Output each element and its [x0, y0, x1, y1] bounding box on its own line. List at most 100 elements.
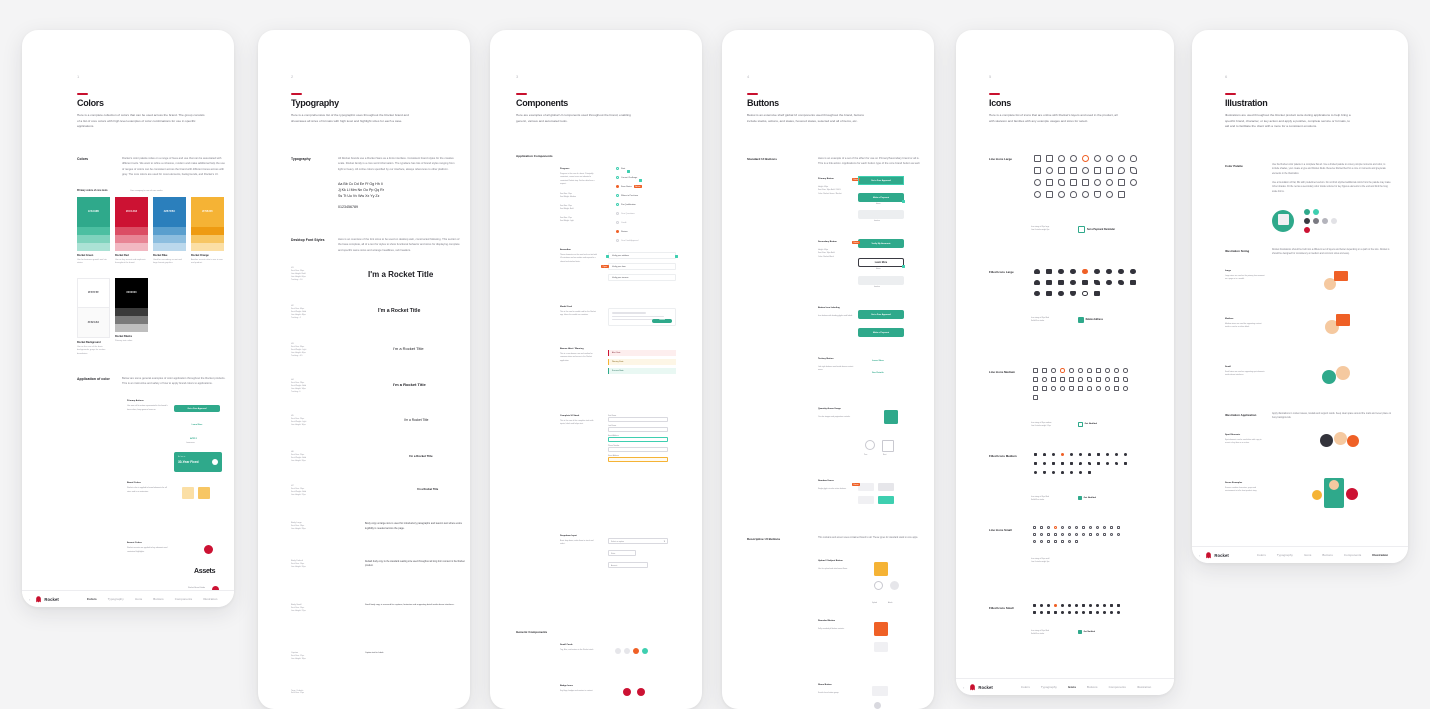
settings-filled-icon[interactable] [1031, 288, 1043, 299]
progress-step[interactable]: Your Final Approval [616, 236, 678, 245]
progress-step[interactable]: Credit [616, 218, 678, 227]
card-illustration[interactable]: 6 Illustration Illustrations are used th… [1192, 30, 1408, 563]
dollar-icon[interactable] [1103, 176, 1115, 188]
printer-icon[interactable] [1043, 188, 1055, 200]
footer-nav-illustration[interactable]: ‹ Rocket Colors Typography Icons Buttons… [1192, 546, 1408, 563]
shield-icon[interactable] [1091, 188, 1103, 200]
selection-handle[interactable] [606, 255, 609, 258]
settings-icon[interactable] [1058, 384, 1067, 393]
footer-link-colors[interactable]: Colors [1021, 685, 1030, 689]
trash-filled-icon[interactable] [1085, 468, 1094, 477]
icon-button-get-approval[interactable]: Get a Free Approval [858, 310, 904, 319]
brand-logo[interactable]: Rocket [1205, 551, 1229, 559]
star-icon[interactable] [1121, 384, 1130, 393]
monitor-filled-icon[interactable] [1031, 459, 1040, 468]
shield-filled-icon[interactable] [1101, 609, 1108, 616]
footer-link-buttons[interactable]: Buttons [1322, 553, 1333, 557]
list-icon[interactable] [1112, 375, 1121, 384]
camera-filled-icon[interactable] [1087, 609, 1094, 616]
camera-filled-icon[interactable] [1121, 459, 1130, 468]
question-icon[interactable] [1055, 188, 1067, 200]
small-card-row[interactable] [615, 648, 675, 654]
selection-handle[interactable] [639, 179, 642, 182]
card-filled-icon[interactable] [1127, 277, 1139, 288]
send-filled-icon[interactable] [1091, 277, 1103, 288]
help-filled-icon[interactable] [1055, 288, 1067, 299]
field-input[interactable] [608, 417, 668, 422]
lock-filled-icon[interactable] [1094, 459, 1103, 468]
banner-alert[interactable]: Alert State [608, 350, 676, 356]
form-stack[interactable]: First Name Last Name Email Address Phone… [608, 415, 668, 465]
lock-icon[interactable] [1067, 176, 1079, 188]
field-input[interactable] [608, 447, 668, 452]
icon-grid-line-large[interactable] [1031, 152, 1139, 200]
progress-stepper[interactable]: Start Current Challenge Save Status Acti… [616, 164, 678, 245]
check-icon[interactable] [1049, 366, 1058, 375]
clock-outline-icon[interactable] [1031, 176, 1043, 188]
card-buttons[interactable]: 4 Buttons Below is an extensive shelf gl… [722, 30, 934, 709]
swatch-rocket-blue[interactable]: #2B7FBC Rocket Blue Used for secondary a… [153, 197, 186, 266]
brand-logo[interactable]: Rocket [35, 595, 59, 603]
doc-filled-icon[interactable] [1055, 277, 1067, 288]
swatch-rocket-green[interactable]: #2FA98B Rocket Green Use for business gr… [77, 197, 110, 266]
icon-grid-line-small[interactable] [1031, 524, 1122, 545]
secondary-button-learn-more[interactable]: Learn More [858, 258, 904, 267]
monitor-icon[interactable] [1067, 164, 1079, 176]
search-filled-icon[interactable] [1112, 450, 1121, 459]
footer-link-illustration[interactable]: Illustration [203, 597, 217, 601]
shield-icon[interactable] [1067, 384, 1076, 393]
edit-filled-icon[interactable] [1043, 288, 1055, 299]
search-filled-icon[interactable] [1094, 602, 1101, 609]
modal-primary-button[interactable]: Confirm [652, 318, 672, 323]
play-icon[interactable] [1115, 531, 1122, 538]
selected-filled-icon[interactable] [1052, 602, 1059, 609]
cloud-filled-icon[interactable] [1031, 277, 1043, 288]
close-circle-icon[interactable] [1043, 164, 1055, 176]
progress-step[interactable]: Save Status Active [616, 182, 678, 191]
cloud-icon[interactable] [1085, 366, 1094, 375]
play-filled-icon[interactable] [1049, 468, 1058, 477]
doc-filled-icon[interactable] [1045, 609, 1052, 616]
smiley-filled-icon[interactable] [1059, 602, 1066, 609]
monitor-icon[interactable] [1031, 375, 1040, 384]
plus-filled-icon[interactable] [1101, 602, 1108, 609]
grid-icon[interactable] [1031, 393, 1040, 402]
clock-filled-icon[interactable] [1076, 450, 1085, 459]
help-icon[interactable] [1066, 538, 1073, 545]
chat-filled-icon[interactable] [1043, 266, 1055, 277]
swatch-rocket-red[interactable]: #CC1233 Rocket Red Use as key accent and… [115, 197, 148, 266]
edit-filled-icon[interactable] [1058, 459, 1067, 468]
clock-icon[interactable] [1091, 152, 1103, 164]
primary-button-inactive[interactable] [858, 210, 904, 219]
help-icon[interactable] [1031, 188, 1043, 200]
heart-icon[interactable] [1085, 384, 1094, 393]
form-field[interactable]: Last Name [608, 425, 668, 432]
clock-filled-icon[interactable] [1091, 266, 1103, 277]
progress-step[interactable]: Pre-Qualification [616, 200, 678, 209]
standard-icon-button-c[interactable] [858, 496, 874, 504]
phone-filled-icon[interactable] [1115, 277, 1127, 288]
arrow-button-next[interactable] [882, 440, 894, 452]
mail-icon[interactable] [1108, 524, 1115, 531]
info-filled-icon[interactable] [1040, 459, 1049, 468]
info-filled-icon[interactable] [1038, 609, 1045, 616]
dollar-filled-icon[interactable] [1103, 459, 1112, 468]
doc-icon[interactable] [1045, 531, 1052, 538]
check-filled-icon[interactable] [1049, 450, 1058, 459]
footer-link-typography[interactable]: Typography [1277, 553, 1293, 557]
swatch-rocket-orange[interactable]: #F5B335 Rocket Orange Another accent col… [191, 197, 224, 266]
plus-icon[interactable] [1121, 366, 1130, 375]
send-filled-icon[interactable] [1085, 459, 1094, 468]
check-filled-icon[interactable] [1045, 602, 1052, 609]
calculator-icon[interactable] [1055, 164, 1067, 176]
footer-back-arrow[interactable]: ‹ [963, 685, 964, 690]
card-typography[interactable]: 2 Typography Here is a comprehensive lis… [258, 30, 470, 709]
brand-logo[interactable]: Rocket [969, 683, 993, 691]
video-icon[interactable] [1115, 188, 1127, 200]
settings-filled-icon[interactable] [1031, 468, 1040, 477]
card-colors[interactable]: 1 Colors Here is a complete collection o… [22, 30, 234, 607]
chat-filled-icon[interactable] [1080, 602, 1087, 609]
star-filled-icon[interactable] [1108, 609, 1115, 616]
search-icon[interactable] [1112, 366, 1121, 375]
icon-grid-filled-small[interactable] [1031, 602, 1122, 616]
